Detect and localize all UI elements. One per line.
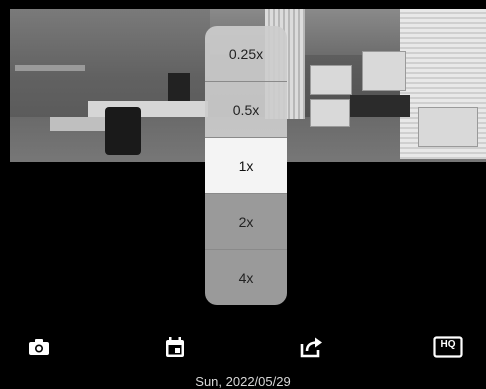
- feed-box: [362, 51, 406, 91]
- hq-button[interactable]: HQ: [433, 335, 463, 359]
- calendar-button[interactable]: [163, 335, 187, 359]
- camera-button[interactable]: [27, 335, 51, 359]
- feed-shelf: [15, 65, 85, 71]
- date-label: Sun, 2022/05/29: [195, 374, 291, 389]
- share-button[interactable]: [300, 335, 324, 359]
- calendar-icon: [166, 336, 184, 357]
- zoom-option-4x[interactable]: 4x: [205, 250, 287, 305]
- feed-box: [310, 65, 352, 95]
- zoom-selector[interactable]: 0.25x 0.5x 1x 2x 4x: [205, 26, 287, 305]
- feed-box: [418, 107, 478, 147]
- zoom-option-0.25x[interactable]: 0.25x: [205, 26, 287, 82]
- share-icon: [300, 337, 322, 358]
- hq-label: HQ: [440, 339, 456, 350]
- camera-icon: [29, 339, 49, 355]
- feed-box: [350, 95, 410, 117]
- zoom-option-0.5x[interactable]: 0.5x: [205, 82, 287, 138]
- zoom-option-1x[interactable]: 1x: [205, 138, 287, 194]
- feed-box: [310, 99, 350, 127]
- feed-monitor: [168, 73, 190, 101]
- zoom-option-2x[interactable]: 2x: [205, 194, 287, 250]
- feed-chair: [105, 107, 141, 155]
